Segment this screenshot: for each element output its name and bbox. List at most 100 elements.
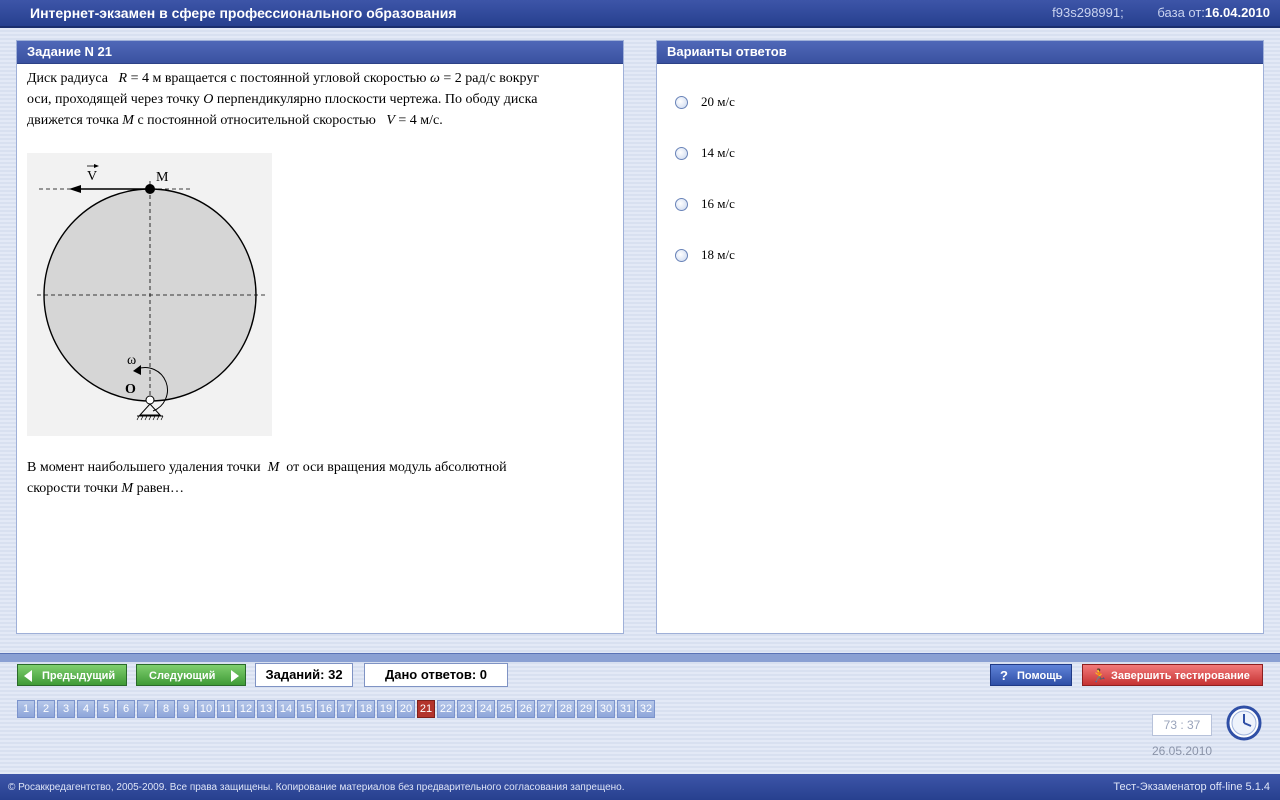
page-button-18[interactable]: 18 xyxy=(357,700,375,718)
radio-button[interactable] xyxy=(675,248,688,262)
var-M: M xyxy=(122,113,134,128)
db-label: база от: xyxy=(1157,5,1205,20)
page-button-10[interactable]: 10 xyxy=(197,700,215,718)
var-V: V xyxy=(386,113,395,128)
next-button[interactable]: Следующий xyxy=(136,664,246,686)
label-omega: ω xyxy=(127,353,136,368)
page-button-28[interactable]: 28 xyxy=(557,700,575,718)
task-header: Задание N 21 xyxy=(17,41,623,64)
page-button-30[interactable]: 30 xyxy=(597,700,615,718)
question-text: Диск радиуса R = 4 м вращается с постоян… xyxy=(17,64,623,131)
answer-label[interactable]: 14 м/с xyxy=(701,145,735,161)
page-button-6[interactable]: 6 xyxy=(117,700,135,718)
page-button-29[interactable]: 29 xyxy=(577,700,595,718)
title-bar: Интернет-экзамен в сфере профессионально… xyxy=(0,0,1280,28)
page-button-17[interactable]: 17 xyxy=(337,700,355,718)
question-part: перпендикулярно плоскости чертежа. По об… xyxy=(216,92,538,107)
var-R: R xyxy=(118,71,128,86)
page-button-22[interactable]: 22 xyxy=(437,700,455,718)
label-M: M xyxy=(156,170,169,185)
session-id: f93s298991; xyxy=(1052,5,1124,20)
page-button-32[interactable]: 32 xyxy=(637,700,655,718)
next-label: Следующий xyxy=(149,670,216,682)
question-part: В момент наибольшего удаления точки xyxy=(27,460,261,475)
answers-panel: Варианты ответов 20 м/с 14 м/с 16 м/с 18… xyxy=(656,40,1264,634)
page-button-11[interactable]: 11 xyxy=(217,700,235,718)
prev-label: Предыдущий xyxy=(42,670,116,682)
page-button-31[interactable]: 31 xyxy=(617,700,635,718)
page-button-26[interactable]: 26 xyxy=(517,700,535,718)
help-button[interactable]: ? Помощь xyxy=(990,664,1072,686)
question-part: с постоянной относительной скоростью xyxy=(137,113,376,128)
page-button-4[interactable]: 4 xyxy=(77,700,95,718)
answer-option[interactable]: 16 м/с xyxy=(675,195,735,213)
page-button-12[interactable]: 12 xyxy=(237,700,255,718)
answer-option[interactable]: 20 м/с xyxy=(675,93,735,111)
page-button-20[interactable]: 20 xyxy=(397,700,415,718)
page-button-16[interactable]: 16 xyxy=(317,700,335,718)
page-button-9[interactable]: 9 xyxy=(177,700,195,718)
page-button-14[interactable]: 14 xyxy=(277,700,295,718)
finish-button[interactable]: 🏃 Завершить тестирование xyxy=(1082,664,1263,686)
answer-label[interactable]: 18 м/с xyxy=(701,247,735,263)
page-button-2[interactable]: 2 xyxy=(37,700,55,718)
question-part: оси, проходящей через точку xyxy=(27,92,200,107)
var-omega: ω xyxy=(430,71,440,86)
nav-divider xyxy=(0,653,1280,662)
arrow-left-icon xyxy=(24,670,32,682)
radio-button[interactable] xyxy=(675,146,688,160)
app-title: Интернет-экзамен в сфере профессионально… xyxy=(30,5,457,21)
db-date: 16.04.2010 xyxy=(1204,5,1270,20)
page-button-15[interactable]: 15 xyxy=(297,700,315,718)
disk-diagram-svg: V M ω O xyxy=(37,164,267,421)
task-panel: Задание N 21 Диск радиуса R = 4 м вращае… xyxy=(16,40,624,634)
question-text-2: В момент наибольшего удаления точки M от… xyxy=(27,457,617,499)
page-navigator: 1 2 3 4 5 6 7 8 9 10 11 12 13 14 15 16 17 18 19 20 21 22 23 24 2… xyxy=(17,700,657,718)
question-part: движется точка xyxy=(27,113,119,128)
question-part: = 2 рад/с вокруг xyxy=(443,71,540,86)
question-part: скорости точки xyxy=(27,481,118,496)
radio-button[interactable] xyxy=(675,197,688,211)
page-button-5[interactable]: 5 xyxy=(97,700,115,718)
running-man-icon: 🏃 xyxy=(1091,668,1108,683)
question-part: Диск радиуса xyxy=(27,71,108,86)
var-O: O xyxy=(203,92,214,107)
date-display: 26.05.2010 xyxy=(1152,744,1213,758)
question-part: от оси вращения модуль абсолютной xyxy=(286,460,507,475)
page-button-8[interactable]: 8 xyxy=(157,700,175,718)
page-button-23[interactable]: 23 xyxy=(457,700,475,718)
page-button-7[interactable]: 7 xyxy=(137,700,155,718)
answer-label[interactable]: 20 м/с xyxy=(701,94,735,110)
page-button-21[interactable]: 21 xyxy=(417,700,435,718)
var-M: M xyxy=(267,460,280,475)
clock-icon xyxy=(1226,705,1262,741)
timer-display: 73 : 37 xyxy=(1152,714,1212,736)
question-part: равен… xyxy=(136,481,185,496)
finish-label: Завершить тестирование xyxy=(1111,670,1250,682)
page-button-1[interactable]: 1 xyxy=(17,700,35,718)
var-M: M xyxy=(121,481,134,496)
label-V: V xyxy=(87,169,97,184)
page-button-19[interactable]: 19 xyxy=(377,700,395,718)
tasks-counter: Заданий: 32 xyxy=(255,663,353,687)
page-button-24[interactable]: 24 xyxy=(477,700,495,718)
answer-option[interactable]: 14 м/с xyxy=(675,144,735,162)
page-button-13[interactable]: 13 xyxy=(257,700,275,718)
answer-option[interactable]: 18 м/с xyxy=(675,246,735,264)
prev-button[interactable]: Предыдущий xyxy=(17,664,127,686)
question-part: = 4 м/с. xyxy=(398,113,443,128)
question-icon: ? xyxy=(1000,668,1008,683)
session-info: f93s298991; база от:16.04.2010 xyxy=(1052,5,1270,20)
help-label: Помощь xyxy=(1017,670,1063,682)
arrow-right-icon xyxy=(231,670,239,682)
copyright: © Росаккредагентство, 2005-2009. Все пра… xyxy=(8,782,625,793)
answers-counter: Дано ответов: 0 xyxy=(364,663,508,687)
answer-label[interactable]: 16 м/с xyxy=(701,196,735,212)
disk-diagram: V M ω O xyxy=(27,153,272,436)
page-button-27[interactable]: 27 xyxy=(537,700,555,718)
page-button-3[interactable]: 3 xyxy=(57,700,75,718)
app-version: Тест-Экзаменатор off-line 5.1.4 xyxy=(1113,781,1270,793)
label-O: O xyxy=(125,382,136,397)
page-button-25[interactable]: 25 xyxy=(497,700,515,718)
radio-button[interactable] xyxy=(675,95,688,109)
